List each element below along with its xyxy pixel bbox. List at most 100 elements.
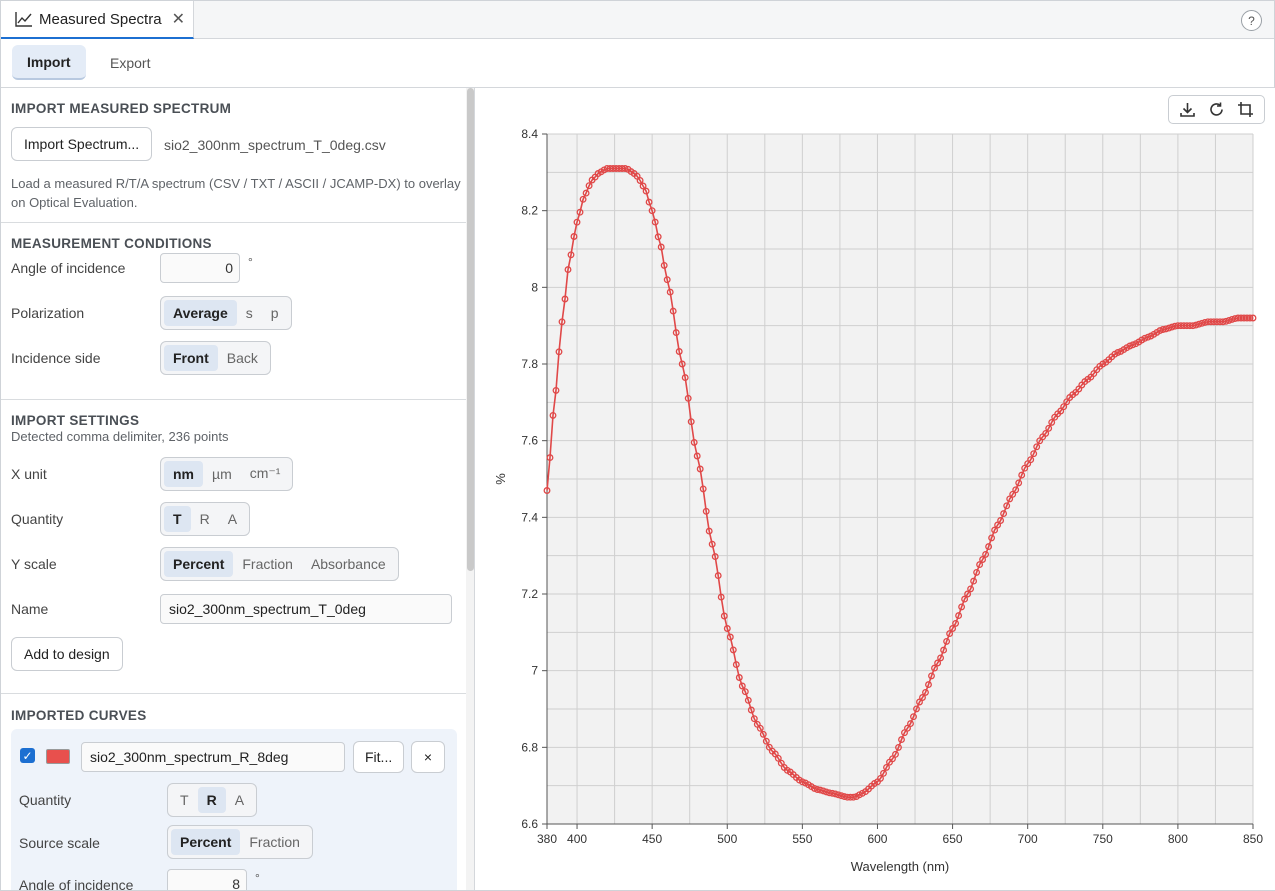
close-icon[interactable]: ✕	[172, 9, 185, 29]
x-tick-label: 650	[943, 832, 963, 846]
plot-area: 380 400 450 500 550 600 650 700 750 800 850 6.6 6.8 7…	[476, 88, 1275, 890]
curve-quantity-selector: T R A	[167, 783, 258, 817]
unit-label: °	[248, 254, 253, 269]
add-row: Add to design	[11, 631, 457, 676]
y-tick-label: 6.6	[521, 817, 538, 831]
tab-bar: Measured Spectra ✕ ?	[1, 1, 1274, 39]
x-tick-label: 500	[717, 832, 737, 846]
imported-curve-card: ✓ sio2_300nm_spectrum_R_8deg Fit... × Qu…	[11, 729, 457, 890]
x-unit-wavenumber[interactable]: cm⁻¹	[241, 461, 290, 487]
x-tick-label: 450	[642, 832, 662, 846]
scrollbar-thumb[interactable]	[467, 88, 474, 571]
polarization-selector: Average s p	[160, 295, 292, 330]
source-fraction[interactable]: Fraction	[240, 829, 309, 855]
import-spectrum-button[interactable]: Import Spectrum...	[11, 127, 153, 161]
help-icon[interactable]: ?	[1241, 10, 1262, 31]
section-title: IMPORTED CURVES	[11, 708, 147, 723]
import-section: IMPORT MEASURED SPECTRUM Import Spectrum…	[1, 88, 467, 223]
import-panel: IMPORT MEASURED SPECTRUM Import Spectrum…	[1, 88, 467, 890]
x-tick-label: 850	[1243, 832, 1263, 846]
x-unit-selector: nm µm cm⁻¹	[160, 456, 294, 491]
incidence-side-selector: Front Back	[160, 340, 271, 375]
name-input[interactable]: sio2_300nm_spectrum_T_0deg	[160, 593, 452, 624]
x-unit-row: X unit nm µm cm⁻¹	[11, 451, 457, 496]
x-tick-label: 800	[1168, 832, 1188, 846]
field-label: Angle of incidence	[11, 259, 126, 276]
import-settings-section: IMPORT SETTINGS Detected comma delimiter…	[1, 400, 467, 694]
name-row: Name sio2_300nm_spectrum_T_0deg	[11, 586, 457, 631]
quantity-row: Quantity T R A	[11, 496, 457, 541]
remove-curve-button[interactable]: ×	[411, 741, 445, 773]
field-label: Source scale	[19, 835, 100, 851]
x-axis-label: Wavelength (nm)	[851, 859, 950, 874]
field-label: Name	[11, 600, 49, 617]
fit-button[interactable]: Fit...	[353, 741, 405, 773]
curve-quantity-t[interactable]: T	[171, 787, 198, 813]
detected-info: Detected comma delimiter, 236 points	[11, 429, 229, 444]
app-window: Measured Spectra ✕ ? Import Export IMPOR…	[0, 0, 1275, 891]
quantity-a[interactable]: A	[219, 506, 246, 532]
subtab-bar: Import Export	[1, 39, 1274, 88]
file-name: sio2_300nm_spectrum_T_0deg.csv	[164, 137, 386, 153]
y-tick-label: 8	[531, 280, 538, 294]
side-front[interactable]: Front	[164, 344, 218, 371]
download-icon[interactable]	[1178, 100, 1198, 120]
side-back[interactable]: Back	[218, 345, 267, 371]
x-tick-label: 750	[1093, 832, 1113, 846]
y-tick-label: 7.6	[521, 434, 538, 448]
x-tick-label: 400	[567, 832, 587, 846]
tab-import[interactable]: Import	[12, 45, 86, 80]
import-note: Load a measured R/T/A spectrum (CSV / TX…	[11, 176, 461, 210]
y-tick-label: 7.2	[521, 587, 538, 601]
curve-quantity-r[interactable]: R	[197, 787, 226, 813]
y-scale-percent[interactable]: Percent	[164, 550, 234, 577]
field-label: Y scale	[11, 555, 57, 572]
y-tick-label: 6.8	[521, 740, 538, 754]
source-percent[interactable]: Percent	[171, 829, 241, 855]
incidence-side-row: Incidence side Front Back	[11, 335, 457, 380]
angle-input[interactable]: 0	[160, 252, 240, 283]
x-tick-label: 380	[537, 832, 557, 846]
field-label: Angle of incidence	[19, 877, 134, 890]
refresh-icon[interactable]	[1207, 100, 1227, 120]
field-label: X unit	[11, 465, 47, 482]
add-to-design-button[interactable]: Add to design	[11, 636, 123, 671]
section-title: IMPORT MEASURED SPECTRUM	[11, 101, 232, 116]
tab-export[interactable]: Export	[95, 45, 165, 80]
panel-scrollbar[interactable]	[466, 88, 475, 890]
angle-row: Angle of incidence 0 °	[11, 245, 457, 290]
quantity-t[interactable]: T	[164, 505, 191, 532]
x-unit-nm[interactable]: nm	[164, 460, 203, 487]
crop-icon[interactable]	[1236, 100, 1256, 120]
field-label: Polarization	[11, 304, 85, 321]
x-tick-label: 550	[792, 832, 812, 846]
polarization-s[interactable]: s	[237, 300, 262, 326]
curve-source-scale-selector: Percent Fraction	[167, 825, 313, 859]
tab-measured-spectra[interactable]: Measured Spectra ✕	[1, 1, 194, 39]
polarization-p[interactable]: p	[262, 300, 288, 326]
y-scale-absorbance[interactable]: Absorbance	[302, 551, 395, 577]
curve-visible-checkbox[interactable]: ✓	[20, 748, 35, 763]
curve-color-swatch[interactable]	[46, 749, 70, 764]
curve-name-input[interactable]: sio2_300nm_spectrum_R_8deg	[81, 742, 345, 772]
y-scale-fraction[interactable]: Fraction	[233, 551, 302, 577]
quantity-r[interactable]: R	[191, 506, 219, 532]
chart-line-icon	[15, 12, 32, 27]
y-scale-row: Y scale Percent Fraction Absorbance	[11, 541, 457, 586]
quantity-selector: T R A	[160, 501, 251, 536]
polarization-row: Polarization Average s p	[11, 290, 457, 335]
y-tick-label: 7	[531, 664, 538, 678]
curve-quantity-a[interactable]: A	[226, 787, 253, 813]
y-tick-label: 8.2	[521, 204, 538, 218]
y-axis-label: %	[493, 473, 508, 485]
spectrum-chart[interactable]: 380 400 450 500 550 600 650 700 750 800 850 6.6 6.8 7…	[476, 88, 1275, 890]
y-tick-label: 7.4	[521, 510, 538, 524]
x-unit-um[interactable]: µm	[203, 461, 241, 487]
y-tick-label: 7.8	[521, 357, 538, 371]
x-tick-label: 600	[867, 832, 887, 846]
curve-angle-input[interactable]: 8	[167, 869, 247, 890]
polarization-average[interactable]: Average	[164, 299, 237, 326]
unit-label: °	[255, 871, 260, 885]
y-tick-label: 8.4	[521, 127, 538, 141]
x-tick-label: 700	[1018, 832, 1038, 846]
